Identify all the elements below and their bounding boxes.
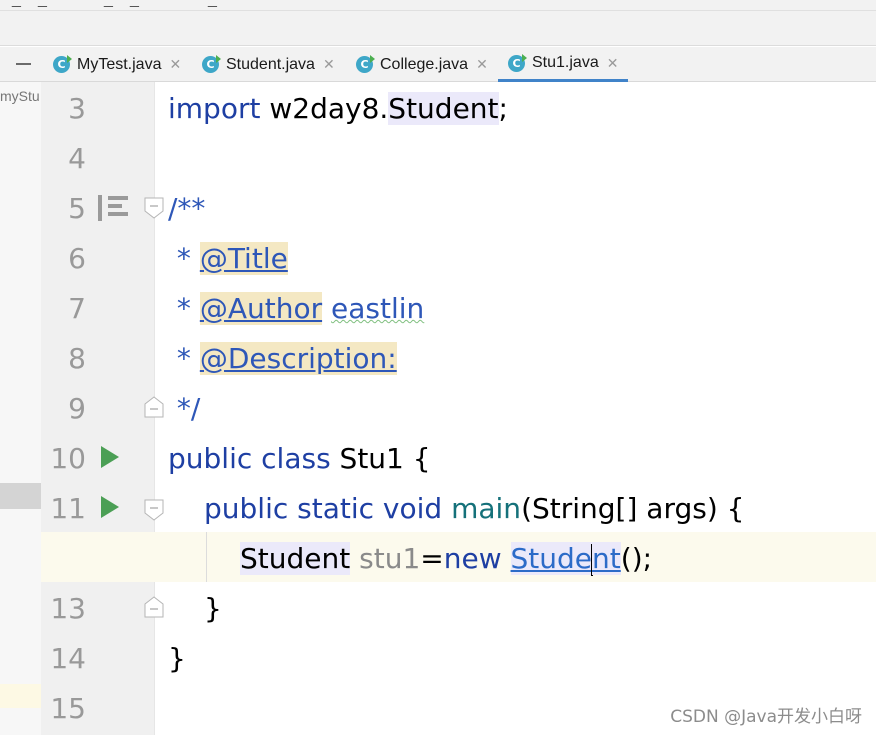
close-icon[interactable]: ✕ xyxy=(476,56,488,73)
line-number: 8 xyxy=(68,342,86,375)
tab-label: Student.java xyxy=(226,55,315,73)
tab-stu1[interactable]: C Stu1.java ✕ xyxy=(498,47,629,82)
package-name: w2day8. xyxy=(260,92,389,125)
method-name: main xyxy=(451,492,522,525)
line-number: 11 xyxy=(50,492,86,525)
line-number: 6 xyxy=(68,242,86,275)
close-icon[interactable]: ✕ xyxy=(607,55,619,72)
code-line-14[interactable]: } xyxy=(168,634,186,684)
doc-comment: * xyxy=(168,292,200,325)
fold-collapse-icon[interactable] xyxy=(144,499,164,521)
method-signature: (String[] args) { xyxy=(521,492,745,525)
java-class-icon: C xyxy=(53,55,72,73)
line-number: 13 xyxy=(50,592,86,625)
close-icon[interactable]: ✕ xyxy=(169,56,181,73)
class-declaration: Stu1 { xyxy=(330,442,431,475)
java-class-icon: C xyxy=(202,55,221,73)
close-icon[interactable]: ✕ xyxy=(323,56,335,73)
java-class-icon: C xyxy=(508,53,527,72)
project-selected-row[interactable] xyxy=(0,483,41,509)
line-number: 5 xyxy=(68,192,86,225)
project-panel: myStu xyxy=(0,82,41,735)
doc-tag: @Author xyxy=(199,292,323,325)
line-number: 7 xyxy=(68,292,86,325)
project-label[interactable]: myStu xyxy=(0,88,40,104)
keyword: new xyxy=(443,542,502,575)
menu-item[interactable]: _ xyxy=(12,0,21,9)
code-line-9[interactable]: */ xyxy=(168,384,200,434)
tab-label: Stu1.java xyxy=(532,54,599,71)
code-line-11[interactable]: public static void main(String[] args) { xyxy=(204,484,744,534)
closing-brace: } xyxy=(204,592,222,625)
menu-bar: _ _ _ _ _ xyxy=(0,0,876,11)
code-editor[interactable] xyxy=(155,82,876,735)
menu-item[interactable]: _ xyxy=(38,0,47,9)
keyword: import xyxy=(168,92,261,125)
doc-tag-value: eastlin xyxy=(331,292,425,325)
project-highlight-row xyxy=(0,684,41,708)
line-number: 14 xyxy=(50,642,86,675)
run-class-icon[interactable] xyxy=(101,446,119,468)
code-line-7[interactable]: * @Author eastlin xyxy=(168,284,424,334)
keyword: public class xyxy=(168,442,331,475)
rendered-doc-icon[interactable] xyxy=(98,195,130,221)
code-line-8[interactable]: * @Description: xyxy=(168,334,397,384)
editor-gutter: 3 4 5 6 7 8 9 10 11 12 13 14 15 xyxy=(41,82,155,735)
fold-end-icon[interactable] xyxy=(144,396,164,418)
code-line-6[interactable]: * @Title xyxy=(168,234,288,284)
line-number: 4 xyxy=(68,142,86,175)
code-line-12[interactable]: Student stu1=new Student(); xyxy=(240,534,652,584)
menu-item[interactable]: _ xyxy=(130,0,139,9)
tab-label: College.java xyxy=(380,55,469,73)
constructor-link[interactable]: nt xyxy=(592,542,621,575)
keyword: public static void xyxy=(204,492,443,525)
doc-tag: @Description: xyxy=(199,342,397,375)
line-number: 3 xyxy=(68,92,86,125)
doc-tag: @Title xyxy=(199,242,288,275)
menu-item[interactable]: _ xyxy=(208,0,217,9)
fold-end-icon[interactable] xyxy=(144,596,164,618)
indent-guide xyxy=(206,532,207,582)
code-line-10[interactable]: public class Stu1 { xyxy=(168,434,431,484)
class-reference[interactable]: Student xyxy=(240,542,351,575)
tab-label: MyTest.java xyxy=(77,55,162,73)
punctuation: (); xyxy=(620,542,653,575)
code-line-5[interactable]: /** xyxy=(168,184,205,234)
menu-item[interactable]: _ xyxy=(104,0,113,9)
doc-comment: */ xyxy=(168,392,201,425)
minimize-icon[interactable] xyxy=(16,63,31,65)
punctuation: ; xyxy=(498,92,508,125)
tab-student[interactable]: C Student.java ✕ xyxy=(202,47,335,82)
run-main-icon[interactable] xyxy=(101,496,119,518)
java-class-icon: C xyxy=(356,55,375,73)
tab-college[interactable]: C College.java ✕ xyxy=(356,47,488,82)
operator: = xyxy=(420,542,444,575)
line-number: 15 xyxy=(50,692,86,725)
code-line-3[interactable]: import w2day8.Student; xyxy=(168,84,508,134)
navigation-bar xyxy=(0,11,876,46)
closing-brace: } xyxy=(168,642,186,675)
watermark: CSDN @Java开发小白呀 xyxy=(670,707,862,727)
class-reference[interactable]: Student xyxy=(388,92,499,125)
constructor-link[interactable]: Stude xyxy=(510,542,593,575)
fold-collapse-icon[interactable] xyxy=(144,197,164,219)
line-number: 9 xyxy=(68,392,86,425)
variable-name: stu1 xyxy=(359,542,421,575)
tab-mytest[interactable]: C MyTest.java ✕ xyxy=(53,47,181,82)
doc-comment: /** xyxy=(168,192,206,225)
code-line-13[interactable]: } xyxy=(204,584,222,634)
editor-tab-bar: C MyTest.java ✕ C Student.java ✕ C Colle… xyxy=(0,47,876,82)
doc-comment: * xyxy=(168,242,200,275)
line-number: 10 xyxy=(50,442,86,475)
doc-comment: * xyxy=(168,342,200,375)
